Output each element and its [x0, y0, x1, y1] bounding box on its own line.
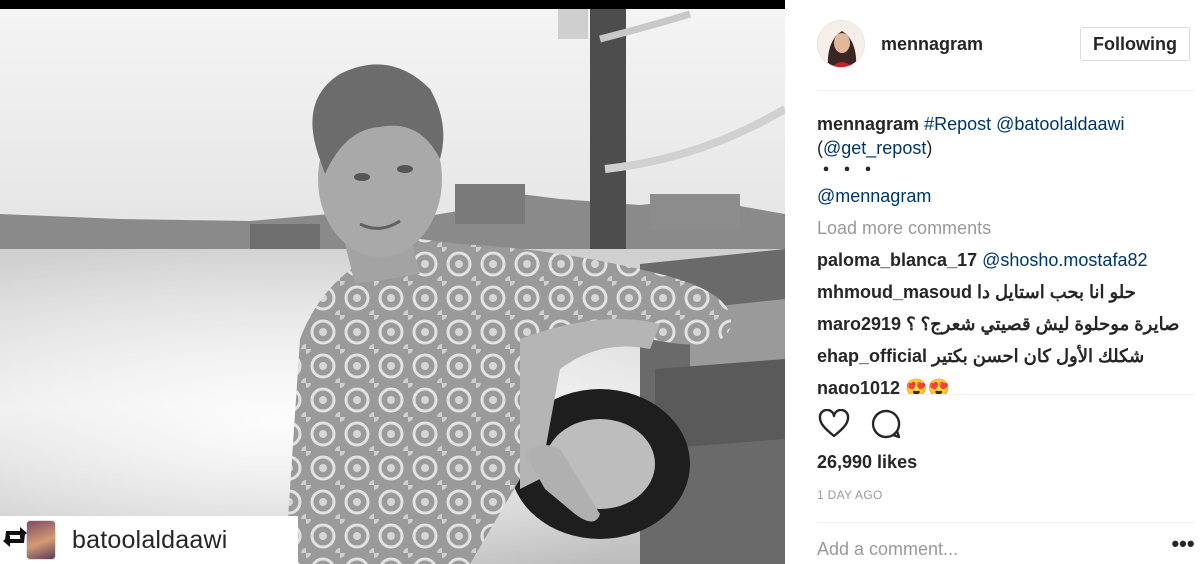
- photo-top-edge: [0, 0, 785, 9]
- speech-bubble-icon: [871, 409, 901, 439]
- comment-username[interactable]: ehap_official: [817, 346, 927, 366]
- action-bar: [817, 406, 1195, 442]
- header-divider: [817, 90, 1195, 91]
- comment-item: mhmoud_masoud حلو انا بحب استايل دا: [817, 280, 1195, 304]
- comments-divider: [817, 394, 1195, 395]
- author-avatar-image: [818, 21, 864, 67]
- comment-item: paloma_blanca_17 @shosho.mostafa82: [817, 248, 1195, 272]
- post-sidebar: mennagram Following mennagram #Repost @b…: [785, 0, 1200, 564]
- repost-credit[interactable]: batoolaldaawi: [0, 516, 298, 564]
- comment-username[interactable]: maro2919: [817, 314, 901, 334]
- more-options-button[interactable]: •••: [1170, 533, 1196, 558]
- comment-button[interactable]: [869, 407, 903, 441]
- comment-mention-link[interactable]: @shosho.mostafa82: [982, 250, 1147, 270]
- caption-mention-link[interactable]: @mennagram: [817, 184, 1195, 208]
- comments-list[interactable]: mennagram #Repost @batoolaldaawi (@get_r…: [817, 112, 1195, 394]
- author-avatar[interactable]: [817, 20, 865, 68]
- post-timestamp: 1 DAY AGO: [817, 488, 883, 502]
- comment-text: 😍😍: [905, 378, 950, 394]
- caption: mennagram #Repost @batoolaldaawi (@get_r…: [817, 112, 1195, 208]
- comment-text: حلو انا بحب استايل دا: [977, 282, 1136, 302]
- repost-close-paren: ): [926, 138, 933, 158]
- author-username[interactable]: mennagram: [881, 34, 983, 55]
- mention-link[interactable]: @batoolaldaawi: [996, 114, 1124, 134]
- add-comment-input[interactable]: [817, 536, 1117, 562]
- comment-username[interactable]: mhmoud_masoud: [817, 282, 972, 302]
- repost-username[interactable]: batoolaldaawi: [72, 526, 228, 555]
- caption-ellipsis: ・・・: [817, 160, 880, 180]
- hashtag-link[interactable]: #Repost: [924, 114, 991, 134]
- comment-text: صايرة موحلوة ليش قصيتي شعرج؟ ؟: [906, 314, 1180, 334]
- comment-text: شكلك الأول كان احسن بكتير: [932, 346, 1145, 366]
- comment-username[interactable]: paloma_blanca_17: [817, 250, 977, 270]
- post-photo[interactable]: batoolaldaawi: [0, 0, 785, 564]
- caption-username[interactable]: mennagram: [817, 114, 919, 134]
- comment-item: maro2919 صايرة موحلوة ليش قصيتي شعرج؟ ؟: [817, 312, 1195, 336]
- repost-icon: [3, 527, 27, 547]
- repost-user-avatar[interactable]: [26, 520, 56, 560]
- like-button[interactable]: [817, 407, 851, 441]
- likes-count[interactable]: 26,990 likes: [817, 452, 917, 473]
- following-button[interactable]: Following: [1080, 27, 1190, 61]
- load-more-comments-button[interactable]: Load more comments: [817, 216, 1195, 240]
- comment-item: nago1012 😍😍: [817, 376, 1195, 394]
- comment-item: ehap_official شكلك الأول كان احسن بكتير: [817, 344, 1195, 368]
- footer-divider: [817, 522, 1195, 523]
- comment-username[interactable]: nago1012: [817, 378, 900, 394]
- get-repost-link[interactable]: @get_repost: [823, 138, 926, 158]
- post-header: mennagram Following: [817, 14, 1195, 74]
- heart-icon: [818, 409, 850, 438]
- photo-image: [0, 9, 785, 564]
